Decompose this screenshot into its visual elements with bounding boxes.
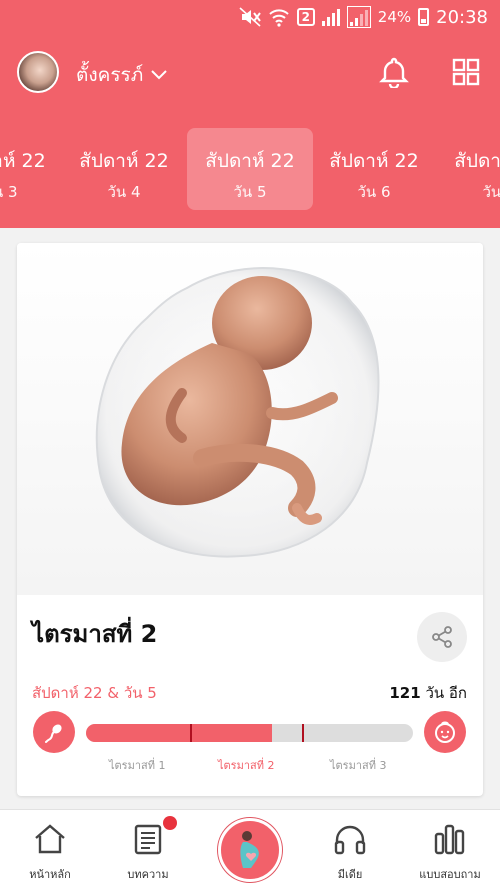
days-remaining: 121 วัน อีก — [389, 681, 467, 705]
grid-menu-icon[interactable] — [452, 58, 480, 86]
survey-bars-icon — [434, 824, 465, 855]
mute-icon — [239, 7, 261, 27]
trimester-1-label: ไตรมาสที่ 1 — [109, 759, 166, 772]
home-icon — [35, 824, 65, 854]
chevron-down-icon — [151, 70, 167, 80]
nav-survey[interactable]: แบบสอบถาม — [405, 810, 495, 889]
tab-day-label: วัน 5 — [233, 183, 267, 201]
notification-badge — [163, 816, 177, 830]
profile-name: ตั้งครรภ์ — [76, 64, 144, 86]
days-remaining-count: 121 — [389, 684, 421, 702]
fetus-illustration — [17, 243, 483, 595]
nav-media[interactable]: มีเดีย — [305, 810, 395, 889]
tab-day-label: วัน 4 — [107, 183, 141, 201]
bell-icon[interactable] — [379, 56, 409, 88]
bottom-navigation: หน้าหลัก บทความ มีเดีย แบบสอบถาม — [0, 809, 500, 889]
days-remaining-suffix: วัน อีก — [425, 684, 467, 702]
tab-week22-day7[interactable]: สัปดาห์ 22 วัน 7 — [436, 128, 500, 210]
tab-week-label: สัปดาห์ 22 — [0, 150, 46, 172]
tab-week-label: สัปดาห์ 22 — [454, 150, 500, 172]
tab-week22-day3[interactable]: สัปดาห์ 22 วัน 3 — [0, 128, 64, 210]
wifi-icon — [269, 9, 289, 27]
sim-2-badge: 2 — [296, 8, 315, 26]
tab-day-label: วัน 3 — [0, 183, 18, 201]
nav-home[interactable]: หน้าหลัก — [5, 810, 95, 889]
battery-icon — [418, 8, 430, 26]
conception-button[interactable] — [33, 711, 75, 753]
current-week-day: สัปดาห์ 22 & วัน 5 — [32, 684, 157, 702]
trimester-2-marker — [302, 724, 304, 742]
pregnancy-progress-bar — [86, 724, 413, 742]
trimester-2-label: ไตรมาสที่ 2 — [218, 759, 275, 772]
profile-selector[interactable]: ตั้งครรภ์ — [76, 60, 167, 90]
status-bar: 2 24% 20:38 — [0, 0, 500, 34]
nav-articles-label: บทความ — [127, 868, 169, 881]
trimester-1-marker — [190, 724, 192, 742]
nav-articles[interactable]: บทความ — [103, 810, 193, 889]
signal-2-icon — [346, 6, 371, 28]
nav-home-label: หน้าหลัก — [29, 868, 71, 881]
sperm-icon — [45, 724, 62, 743]
tab-day-label: วัน 6 — [357, 183, 391, 201]
battery-percent: 24% — [377, 8, 412, 26]
pregnancy-progress-card: ไตรมาสที่ 2 สัปดาห์ 22 & วัน 5 121 วัน อ… — [17, 243, 483, 796]
pregnancy-center-button[interactable] — [218, 818, 282, 882]
week-day-tabs: สัปดาห์ 22 วัน 3 สัปดาห์ 22 วัน 4 สัปดาห… — [0, 126, 500, 212]
signal-1-icon — [321, 8, 340, 26]
article-icon — [134, 824, 162, 855]
tab-week22-day6[interactable]: สัปดาห์ 22 วัน 6 — [311, 128, 437, 210]
tab-week-label: สัปดาห์ 22 — [79, 150, 169, 172]
baby-face-icon — [435, 721, 455, 743]
avatar[interactable] — [17, 51, 59, 93]
progress-fill — [86, 724, 273, 742]
trimester-3-label: ไตรมาสที่ 3 — [330, 759, 387, 772]
tab-week-label: สัปดาห์ 22 — [205, 150, 295, 172]
tab-week22-day4[interactable]: สัปดาห์ 22 วัน 4 — [61, 128, 187, 210]
trimester-title: ไตรมาสที่ 2 — [32, 620, 158, 648]
nav-media-label: มีเดีย — [337, 868, 363, 881]
app-header: ตั้งครรภ์ สัปดาห์ 22 วัน 3 สัปดาห์ 22 วั… — [0, 34, 500, 228]
tab-week22-day5[interactable]: สัปดาห์ 22 วัน 5 — [187, 128, 313, 210]
nav-survey-label: แบบสอบถาม — [419, 868, 481, 881]
due-date-button[interactable] — [424, 711, 466, 753]
clock: 20:38 — [436, 6, 488, 28]
pregnant-icon — [240, 831, 259, 868]
tab-day-label: วัน 7 — [482, 183, 500, 201]
tab-week-label: สัปดาห์ 22 — [329, 150, 419, 172]
headphones-icon — [334, 825, 366, 855]
share-button[interactable] — [417, 612, 467, 662]
share-icon — [432, 626, 452, 648]
